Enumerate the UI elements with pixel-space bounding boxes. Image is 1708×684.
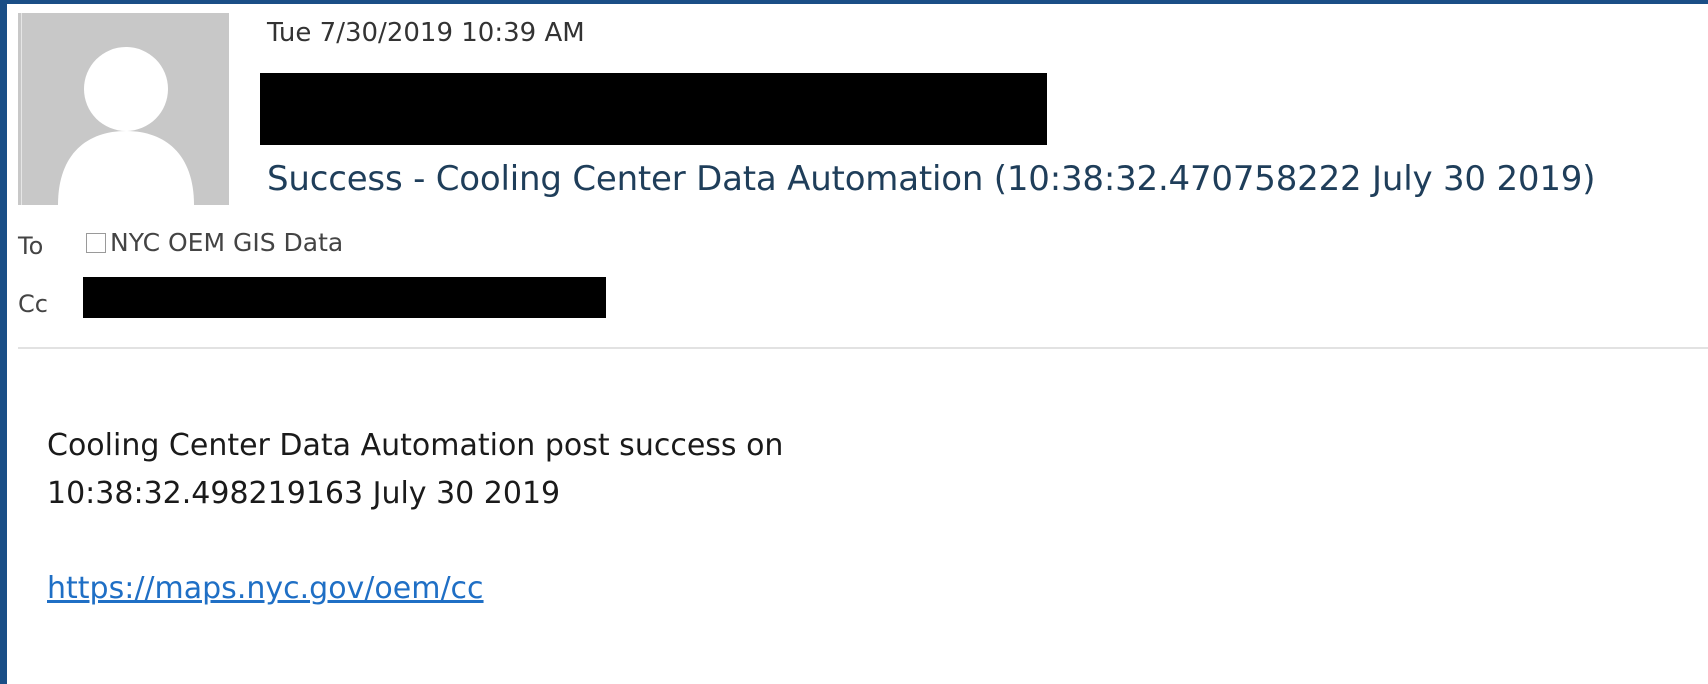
email-reading-pane: Tue 7/30/2019 10:39 AM Success - Cooling… bbox=[7, 4, 1708, 684]
to-recipient-name: NYC OEM GIS Data bbox=[110, 228, 344, 257]
recipient-checkbox-icon[interactable] bbox=[86, 232, 106, 253]
sender-redaction bbox=[260, 73, 1047, 145]
sender-avatar-icon bbox=[18, 13, 229, 205]
cc-label: Cc bbox=[18, 290, 48, 318]
body-line-2: 10:38:32.498219163 July 30 2019 bbox=[47, 476, 561, 511]
to-recipient[interactable]: NYC OEM GIS Data bbox=[86, 228, 343, 257]
sent-datetime: Tue 7/30/2019 10:39 AM bbox=[267, 18, 585, 48]
to-label: To bbox=[18, 232, 44, 260]
body-line-1: Cooling Center Data Automation post succ… bbox=[47, 428, 784, 463]
email-body: Cooling Center Data Automation post succ… bbox=[47, 422, 783, 518]
cc-redaction bbox=[83, 277, 606, 318]
body-link[interactable]: https://maps.nyc.gov/oem/cc bbox=[47, 571, 484, 606]
email-subject: Success - Cooling Center Data Automation… bbox=[267, 159, 1596, 199]
header-divider bbox=[18, 347, 1708, 349]
